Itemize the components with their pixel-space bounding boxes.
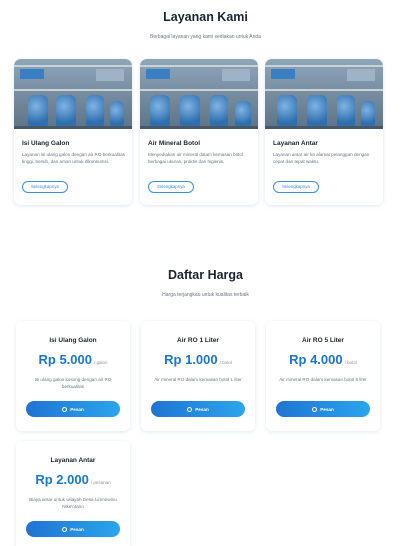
cart-icon xyxy=(62,406,68,412)
service-desc: Layanan antar air ke alamat pelanggan de… xyxy=(273,152,370,164)
price-amount: Rp 1.000 xyxy=(164,352,218,367)
selengkapnya-button[interactable]: Selengkapnya xyxy=(22,181,68,193)
pesan-label: Pesan xyxy=(70,526,84,532)
pesan-label: Pesan xyxy=(320,406,334,412)
service-desc: Layanan isi ulang galon dengan air RO be… xyxy=(22,152,125,164)
pricing-subtitle: Harga terjangkau untuk kualitas terbaik xyxy=(162,292,249,298)
price-card-air-ro-5-liter: Air RO 5 Liter Rp 4.000/ botol Air miner… xyxy=(266,321,380,431)
service-desc: Menyediakan air mineral dalam kemasan bo… xyxy=(148,152,243,164)
service-name: Layanan Antar xyxy=(273,140,318,147)
price-name: Layanan Antar xyxy=(50,457,96,464)
pesan-label: Pesan xyxy=(70,406,84,412)
cart-icon xyxy=(62,526,68,532)
service-photo xyxy=(140,59,258,129)
price-line: Rp 1.000/ botol xyxy=(141,351,255,369)
price-name: Air RO 1 Liter xyxy=(177,337,219,344)
price-desc: Air mineral RO dalam kemasan botol 5 lit… xyxy=(279,377,367,382)
selengkapnya-button[interactable]: Selengkapnya xyxy=(273,181,319,193)
price-desc: Air mineral RO dalam kemasan botol 1 lit… xyxy=(154,377,242,382)
price-desc: Biaya antar untuk wilayah Desa Lirimowin… xyxy=(29,497,117,509)
price-unit: / galon xyxy=(93,360,108,365)
pricing-title: Daftar Harga xyxy=(167,268,244,282)
service-name: Isi Ulang Galon xyxy=(22,140,70,147)
price-amount: Rp 5.000 xyxy=(38,352,92,367)
services-title: Layanan Kami xyxy=(163,10,248,24)
services-subtitle: Berbagai layanan yang kami sediakan untu… xyxy=(150,34,261,40)
cart-icon xyxy=(187,406,193,412)
pesan-button[interactable]: Pesan xyxy=(26,401,120,417)
cart-icon xyxy=(312,406,318,412)
pesan-button[interactable]: Pesan xyxy=(151,401,245,417)
price-card-isi-ulang-galon: Isi Ulang Galon Rp 5.000/ galon Isi ulan… xyxy=(16,321,130,431)
price-desc: Isi ulang galon kosong dengan air RO ber… xyxy=(34,377,112,389)
price-unit: / pesanan xyxy=(90,480,111,485)
price-unit: / botol xyxy=(219,360,232,365)
pesan-button[interactable]: Pesan xyxy=(276,401,370,417)
pesan-label: Pesan xyxy=(195,406,209,412)
price-card-layanan-antar: Layanan Antar Rp 2.000/ pesanan Biaya an… xyxy=(16,441,130,546)
selengkapnya-button[interactable]: Selengkapnya xyxy=(148,181,194,193)
price-card-air-ro-1-liter: Air RO 1 Liter Rp 1.000/ botol Air miner… xyxy=(141,321,255,431)
price-name: Isi Ulang Galon xyxy=(49,337,97,344)
price-amount: Rp 4.000 xyxy=(289,352,343,367)
price-line: Rp 4.000/ botol xyxy=(266,351,380,369)
price-line: Rp 2.000/ pesanan xyxy=(16,471,130,489)
service-photo xyxy=(14,59,132,129)
service-photo xyxy=(265,59,383,129)
service-name: Air Mineral Botol xyxy=(148,140,201,147)
pesan-button[interactable]: Pesan xyxy=(26,521,120,537)
price-line: Rp 5.000/ galon xyxy=(16,351,130,369)
price-amount: Rp 2.000 xyxy=(35,472,89,487)
price-name: Air RO 5 Liter xyxy=(302,337,344,344)
price-unit: / botol xyxy=(344,360,357,365)
